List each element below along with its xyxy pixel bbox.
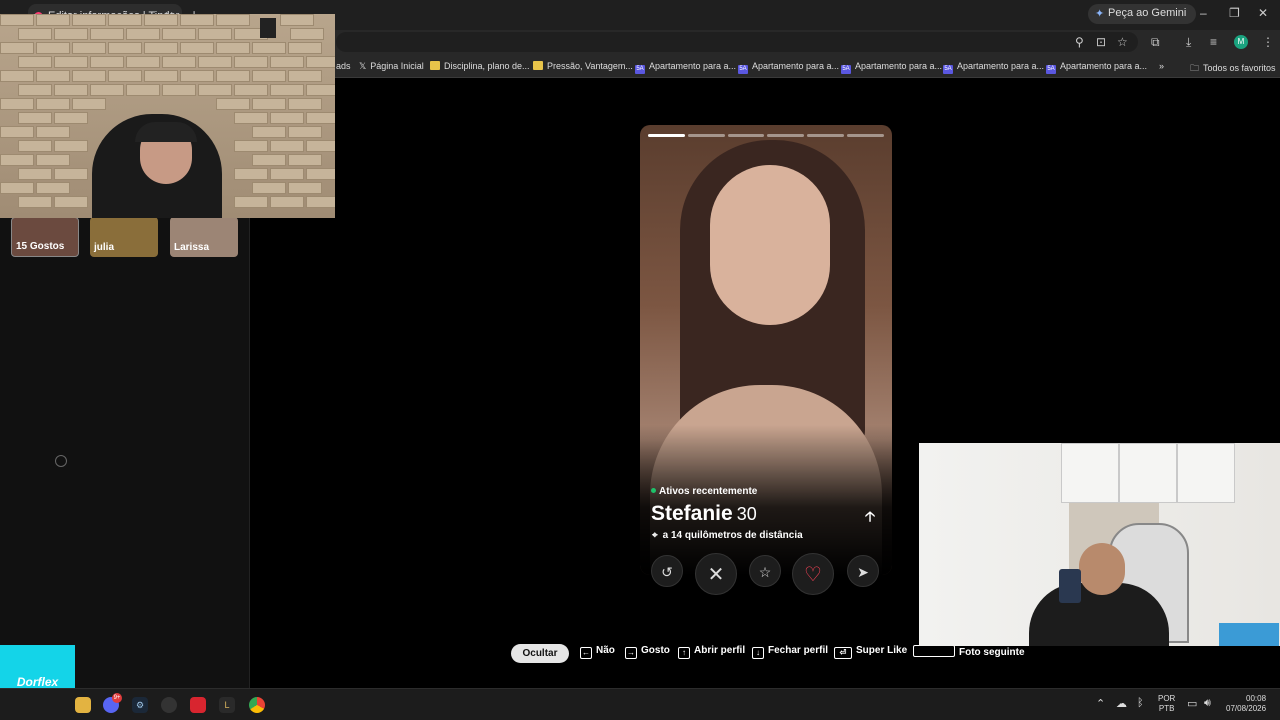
- obs-icon[interactable]: [161, 697, 177, 713]
- profile-name: Stefanie 30: [651, 502, 757, 525]
- location-pin-icon: ⌖: [652, 530, 658, 541]
- profile-age: 30: [736, 504, 757, 524]
- bookmark-item[interactable]: 5A Apartamento para a...: [635, 61, 736, 74]
- rewind-icon: ↺: [661, 564, 673, 580]
- close-icon: ✕: [707, 564, 725, 586]
- omnibox[interactable]: [336, 32, 1138, 52]
- webcam-overlay-room: [919, 443, 1280, 646]
- send-icon: ➤: [857, 564, 869, 580]
- right-arrow-key-icon: →: [625, 647, 637, 659]
- profile-avatar[interactable]: M: [1234, 35, 1248, 49]
- down-arrow-key-icon: ↓: [752, 647, 764, 659]
- doc-icon: [430, 61, 440, 70]
- site-icon: 5A: [943, 65, 953, 74]
- webcam-overlay-streamer: [0, 14, 335, 218]
- bookmark-item[interactable]: Pressão, Vantagem...: [533, 61, 633, 71]
- bookmark-item[interactable]: 5A Apartamento para a...: [738, 61, 839, 74]
- shortcut-open-profile: ↑ Abrir perfil: [678, 645, 745, 663]
- folder-icon: 🗀: [1190, 63, 1200, 73]
- install-app-icon[interactable]: ⊡: [1096, 35, 1106, 49]
- up-arrow-key-icon: ↑: [678, 647, 690, 659]
- likes-label: 15 Gostos: [16, 241, 65, 252]
- shortcut-no: ← Não: [580, 645, 615, 659]
- space-key-icon: [913, 645, 955, 657]
- tray-overflow-icon[interactable]: ⌃: [1096, 697, 1105, 710]
- shortcut-like: → Gosto: [625, 645, 670, 659]
- enter-key-icon: ⏎: [834, 647, 852, 659]
- gemini-sparkle-icon: ✦: [1095, 8, 1105, 20]
- boost-button[interactable]: ➤: [847, 555, 879, 587]
- chrome-icon[interactable]: [249, 697, 265, 713]
- extensions-icon[interactable]: ⧉: [1151, 35, 1160, 50]
- site-icon: 5A: [841, 65, 851, 74]
- photo-progress-bar: [648, 134, 884, 137]
- photo-progress-segment: [727, 134, 765, 137]
- shortcut-close-profile: ↓ Fechar perfil: [752, 645, 828, 663]
- bookmark-item[interactable]: ads: [336, 61, 351, 71]
- menu-dots-icon[interactable]: ⋮: [1262, 35, 1274, 49]
- language-indicator[interactable]: POR PTB: [1158, 694, 1175, 714]
- match-thumbnail[interactable]: Larissa: [170, 217, 238, 257]
- steam-icon[interactable]: ⚙: [132, 697, 148, 713]
- photo-progress-segment: [847, 134, 884, 137]
- bookmark-item[interactable]: 𝕏 Página Inicial: [359, 61, 424, 72]
- heart-icon: ♡: [804, 564, 822, 586]
- network-icon[interactable]: ▭: [1187, 697, 1197, 710]
- bookmark-item[interactable]: 5A Apartamento para a...: [1046, 61, 1147, 74]
- match-name: julia: [94, 242, 115, 253]
- all-favorites[interactable]: 🗀 Todos os favoritos: [1190, 61, 1276, 77]
- nope-button[interactable]: ✕: [695, 553, 737, 595]
- match-name: Larissa: [174, 242, 210, 253]
- shortcut-super-like: ⏎ Super Like: [834, 645, 907, 663]
- minimize-icon[interactable]: –: [1200, 6, 1207, 20]
- active-status: Ativos recentemente: [651, 486, 757, 497]
- gemini-button[interactable]: ✦ Peça ao Gemini: [1088, 4, 1197, 24]
- site-icon: 5A: [635, 65, 645, 74]
- shortcut-next-photo: Foto seguinte: [913, 645, 1025, 663]
- hide-shortcuts-button[interactable]: Ocultar: [511, 644, 569, 663]
- site-icon: 5A: [1046, 65, 1056, 74]
- doc-icon: [533, 61, 543, 70]
- photo-progress-segment: [807, 134, 845, 137]
- bookmarks-overflow-icon[interactable]: »: [1159, 61, 1164, 71]
- bluetooth-icon[interactable]: ᛒ: [1137, 697, 1144, 709]
- rewind-button[interactable]: ↺: [651, 555, 683, 587]
- likes-thumbnail[interactable]: 15 Gostos: [11, 217, 79, 257]
- app-icon[interactable]: [190, 697, 206, 713]
- bookmark-item[interactable]: 5A Apartamento para a...: [841, 61, 942, 74]
- online-dot-icon: [651, 488, 656, 493]
- loading-spinner-icon: [55, 455, 67, 467]
- gemini-label: Peça ao Gemini: [1108, 7, 1187, 19]
- site-icon: 5A: [738, 65, 748, 74]
- close-window-icon[interactable]: ✕: [1258, 6, 1268, 20]
- like-button[interactable]: ♡: [792, 553, 834, 595]
- super-like-button[interactable]: ☆: [749, 555, 781, 587]
- photo-progress-segment: [687, 134, 725, 137]
- cloud-icon[interactable]: ☁: [1116, 697, 1127, 710]
- download-icon[interactable]: ⤓: [1186, 35, 1191, 50]
- star-icon: ☆: [758, 564, 772, 580]
- bookmark-star-icon[interactable]: ☆: [1117, 35, 1128, 49]
- profile-distance: ⌖ a 14 quilômetros de distância: [652, 530, 803, 541]
- media-control-icon[interactable]: ≡: [1210, 35, 1217, 49]
- clock[interactable]: 00:08 07/08/2026: [1226, 694, 1266, 714]
- file-explorer-icon[interactable]: [75, 697, 91, 713]
- discord-badge: 9+: [112, 693, 122, 703]
- open-profile-arrow-icon[interactable]: 🡡: [865, 506, 875, 530]
- photo-progress-segment: [767, 134, 805, 137]
- location-icon[interactable]: ⚲: [1075, 35, 1084, 49]
- restore-icon[interactable]: ❐: [1229, 6, 1240, 20]
- match-thumbnail[interactable]: julia: [90, 217, 158, 257]
- volume-icon[interactable]: 🔊︎: [1204, 697, 1211, 710]
- photo-progress-segment: [648, 134, 685, 137]
- bookmark-item[interactable]: Disciplina, plano de...: [430, 61, 530, 71]
- bookmark-item[interactable]: 5A Apartamento para a...: [943, 61, 1044, 74]
- league-icon[interactable]: L: [219, 697, 235, 713]
- left-arrow-key-icon: ←: [580, 647, 592, 659]
- x-icon: 𝕏: [359, 61, 367, 71]
